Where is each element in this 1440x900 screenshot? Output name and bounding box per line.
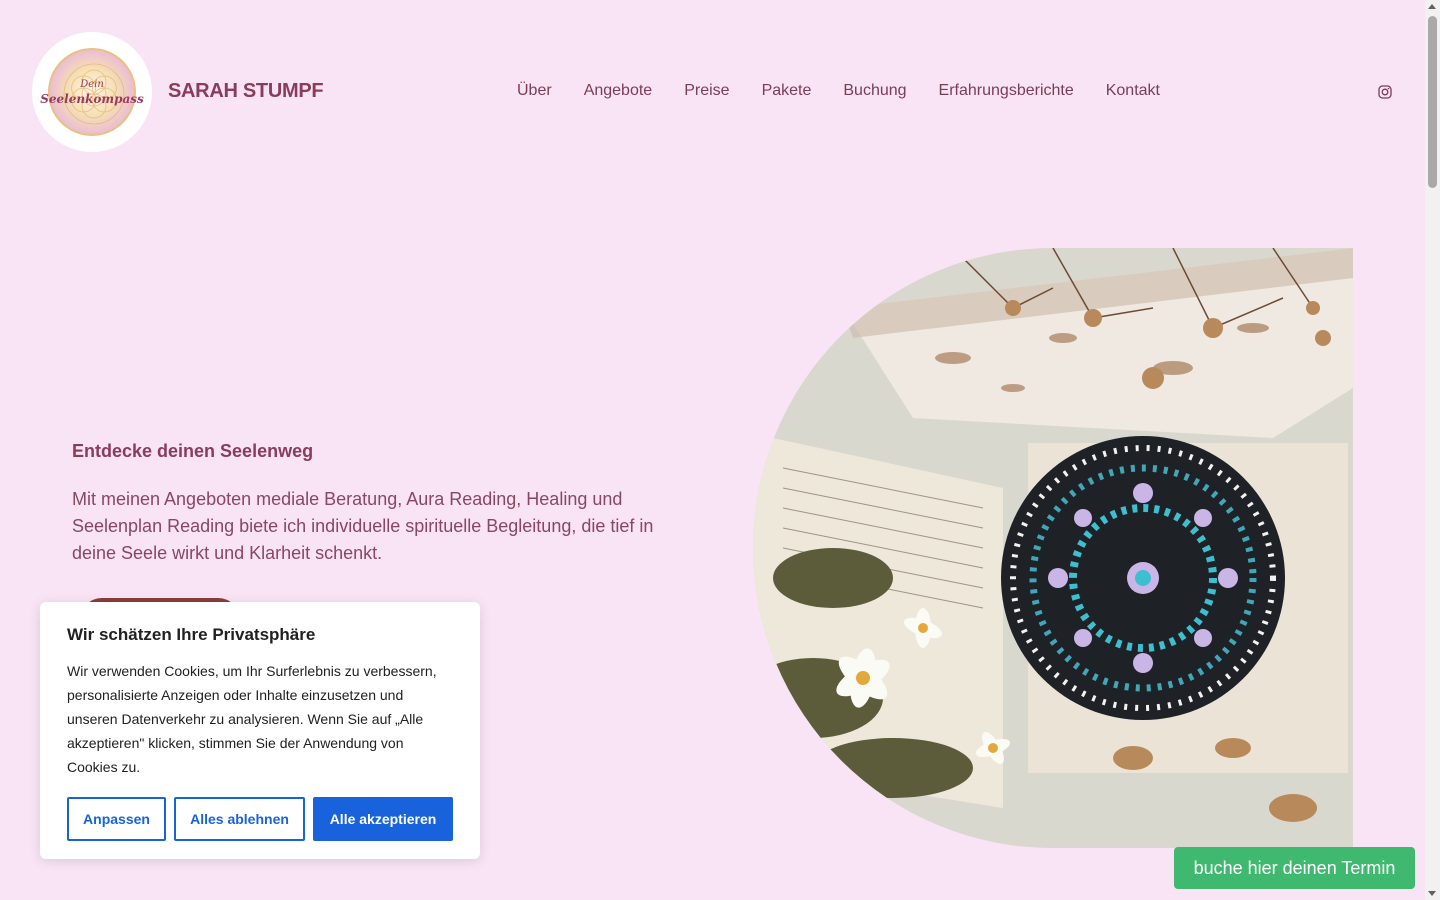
nav-item-kontakt[interactable]: Kontakt [1106, 82, 1160, 100]
cookie-title: Wir schätzen Ihre Privatsphäre [67, 625, 316, 644]
nav-item-buchung[interactable]: Buchung [843, 82, 906, 100]
cookie-text: Wir verwenden Cookies, um Ihr Surferlebn… [67, 663, 437, 775]
logo[interactable]: Dein Seelenkompass [32, 32, 152, 152]
scroll-down-arrow-icon[interactable] [1428, 891, 1436, 896]
mandala-photo-illustration [753, 248, 1353, 848]
booking-button[interactable]: buche hier deinen Termin [1174, 847, 1415, 889]
nav-item-erfahrungsberichte[interactable]: Erfahrungsberichte [939, 82, 1074, 100]
accept-all-button[interactable]: Alle akzeptieren [313, 797, 453, 841]
hero-text: Mit meinen Angeboten mediale Beratung, A… [72, 489, 654, 563]
nav-item-pakete[interactable]: Pakete [762, 82, 812, 100]
logo-text-line2: Seelenkompass [40, 91, 144, 106]
nav-item-angebote[interactable]: Angebote [584, 82, 653, 100]
cookie-banner: Wir schätzen Ihre Privatsphäre Wir verwe… [40, 602, 480, 859]
site-title[interactable]: SARAH STUMPF [168, 80, 324, 103]
nav-item-preise[interactable]: Preise [684, 82, 729, 100]
scroll-up-arrow-icon[interactable] [1428, 4, 1436, 9]
reject-all-button[interactable]: Alles ablehnen [174, 797, 305, 841]
instagram-icon[interactable] [1378, 85, 1392, 99]
scroll-thumb[interactable] [1428, 16, 1437, 188]
nav-item-ueber[interactable]: Über [517, 82, 552, 100]
logo-emblem: Dein Seelenkompass [40, 48, 144, 136]
cookie-buttons: Anpassen Alles ablehnen Alle akzeptieren [67, 797, 453, 841]
scrollbar[interactable] [1425, 0, 1440, 900]
hero-heading: Entdecke deinen Seelenweg [72, 441, 314, 461]
main-nav: Über Angebote Preise Pakete Buchung Erfa… [517, 82, 1160, 100]
hero-image [753, 248, 1353, 848]
customize-button[interactable]: Anpassen [67, 797, 166, 841]
logo-text-line1: Dein [80, 78, 104, 90]
